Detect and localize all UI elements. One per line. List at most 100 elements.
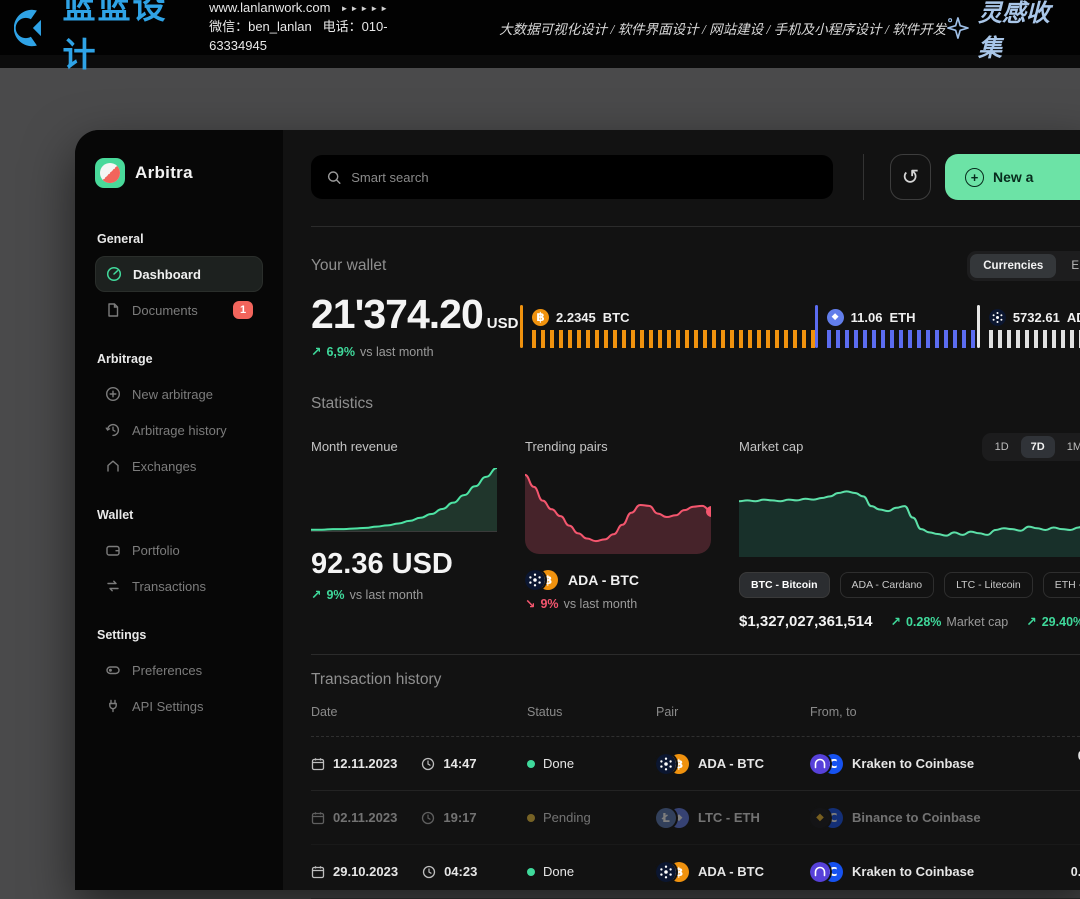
nav-section-settings: Settings Preferences API Settings <box>95 628 263 724</box>
pill-ltc-litecoin[interactable]: LTC - Litecoin <box>944 572 1033 598</box>
search-input[interactable] <box>351 170 817 185</box>
tab-exchanges[interactable]: E <box>1058 254 1080 278</box>
month-revenue-delta: ↗ 9% vs last month <box>311 587 497 602</box>
plus-icon: + <box>965 168 984 187</box>
holding-btc[interactable]: ฿ 2.2345 BTC <box>520 305 815 348</box>
up-arrow-icon: ↗ <box>1026 614 1036 629</box>
sidebar-item-api-settings[interactable]: API Settings <box>95 688 263 724</box>
sidebar-item-label: Exchanges <box>132 459 196 474</box>
range-1d[interactable]: 1D <box>985 436 1019 458</box>
sidebar-item-preferences[interactable]: Preferences <box>95 652 263 688</box>
table-row[interactable]: 29.10.2023 04:23 Done <box>311 845 1080 899</box>
search-bar[interactable] <box>311 155 833 199</box>
ada-amount: 5732.61 <box>1013 310 1060 325</box>
nav-section-title: General <box>97 232 261 246</box>
wallet-holdings: ฿ 2.2345 BTC ◆ 11.06 ETH <box>520 305 1080 348</box>
arbitra-logo-icon <box>95 158 125 188</box>
app-logo[interactable]: Arbitra <box>95 158 263 188</box>
market-cap-pair-pills: BTC - Bitcoin ADA - Cardano LTC - Liteco… <box>739 572 1080 598</box>
status-dot-pending <box>527 814 535 822</box>
circle-plus-icon <box>105 386 121 402</box>
sidebar-item-exchanges[interactable]: Exchanges <box>95 448 263 484</box>
app-name: Arbitra <box>135 163 193 183</box>
wallet-row: 21'374.20USD ↗ 6,9% vs last month ฿ 2.23… <box>311 291 1080 359</box>
range-1m[interactable]: 1M <box>1057 436 1080 458</box>
btc-symbol: BTC <box>603 310 630 325</box>
nav-section-title: Settings <box>97 628 261 642</box>
sidebar-item-portfolio[interactable]: Portfolio <box>95 532 263 568</box>
ada-icon <box>989 309 1006 326</box>
holding-eth[interactable]: ◆ 11.06 ETH <box>815 305 977 348</box>
down-arrow-icon: ↘ <box>525 596 535 611</box>
col-from-to: From, to <box>810 705 1011 719</box>
history-restore-icon: ↺ <box>902 165 920 190</box>
eth-separator-bar <box>815 305 818 348</box>
banner-collect[interactable]: 灵感收集 <box>946 0 1066 63</box>
tx-amount: 0.002 1 <box>1025 749 1080 779</box>
wallet-delta: ↗ 6,9% vs last month <box>311 344 520 359</box>
eth-amount: 11.06 <box>851 310 883 325</box>
pill-eth-ethereum[interactable]: ETH - Ethereu <box>1043 572 1080 598</box>
banner-arrows: ►►►►► <box>340 3 390 15</box>
tx-status: Done <box>543 756 574 771</box>
statistics-title: Statistics <box>311 395 1080 413</box>
btc-icon: ฿ <box>532 309 549 326</box>
eth-symbol: ETH <box>889 310 915 325</box>
calendar-icon <box>311 811 325 825</box>
market-cap-delta1-value: 0.28% <box>906 615 941 629</box>
wallet-icon <box>105 542 121 558</box>
tx-status: Pending <box>543 810 591 825</box>
kraken-icon <box>810 754 830 774</box>
pill-ada-cardano[interactable]: ADA - Cardano <box>840 572 935 598</box>
lanlan-logo[interactable]: 蓝蓝设计 <box>14 0 191 76</box>
new-arbitrage-button[interactable]: + New a <box>945 154 1080 200</box>
market-cap-delta2-value: 29.40% <box>1042 615 1080 629</box>
col-date: Date <box>311 705 527 719</box>
sidebar-item-label: API Settings <box>132 699 204 714</box>
btc-separator-bar <box>520 305 523 348</box>
trending-pair-label: ADA - BTC <box>568 572 639 588</box>
sidebar-item-documents[interactable]: Documents 1 <box>95 292 263 328</box>
table-row[interactable]: 12.11.2023 14:47 Done <box>311 737 1080 791</box>
trending-pair-row[interactable]: ฿ ADA - BTC <box>525 570 711 590</box>
banner-site-url[interactable]: www.lanlanwork.com <box>209 0 330 18</box>
kraken-icon <box>810 862 830 882</box>
wallet-balance: 21'374.20USD <box>311 291 520 338</box>
nav-section-title: Arbitrage <box>97 352 261 366</box>
sidebar-item-transactions[interactable]: Transactions <box>95 568 263 604</box>
pill-btc-bitcoin[interactable]: BTC - Bitcoin <box>739 572 830 598</box>
month-revenue-delta-value: 9% <box>326 588 344 602</box>
holding-ada[interactable]: 5732.61 ADA <box>977 305 1080 348</box>
ada-tick-bars <box>989 330 1080 348</box>
new-arbitrage-button-label: New a <box>993 169 1033 185</box>
col-status: Status <box>527 705 656 719</box>
wallet-currency: USD <box>487 315 519 332</box>
document-icon <box>105 302 121 318</box>
trending-pairs-title: Trending pairs <box>525 439 711 454</box>
sparkle-star-icon <box>946 15 970 41</box>
tx-date: 02.11.2023 <box>333 810 397 825</box>
sidebar-item-new-arbitrage[interactable]: New arbitrage <box>95 376 263 412</box>
banner-wechat: 微信：ben_lanlan <box>209 19 312 34</box>
range-7d[interactable]: 7D <box>1021 436 1055 458</box>
month-revenue-panel: Month revenue 92.36 USD ↗ 9% vs last mon… <box>311 439 497 630</box>
tx-time: 04:23 <box>444 864 477 879</box>
market-cap-value: $1,327,027,361,514 <box>739 613 872 630</box>
promo-banner: 蓝蓝设计 www.lanlanwork.com ►►►►► 微信：ben_lan… <box>0 0 1080 55</box>
topbar-divider <box>863 154 864 200</box>
market-cap-title: Market cap <box>739 439 803 454</box>
history-restore-button[interactable]: ↺ <box>890 154 931 200</box>
topbar: ↺ + New a <box>311 154 1080 227</box>
ada-separator-bar <box>977 305 980 348</box>
month-revenue-value: 92.36 USD <box>311 548 497 581</box>
sidebar-item-arbitrage-history[interactable]: Arbitrage history <box>95 412 263 448</box>
clock-icon <box>421 757 435 771</box>
sidebar-item-dashboard[interactable]: Dashboard <box>95 256 263 292</box>
btc-amount: 2.2345 <box>556 310 596 325</box>
tab-currencies[interactable]: Currencies <box>970 254 1056 278</box>
up-arrow-icon: ↗ <box>311 587 321 602</box>
sidebar-item-label: Transactions <box>132 579 206 594</box>
table-row[interactable]: 02.11.2023 19:17 Pending Ł ◆ <box>311 791 1080 845</box>
tx-status: Done <box>543 864 574 879</box>
ada-icon <box>525 570 545 590</box>
